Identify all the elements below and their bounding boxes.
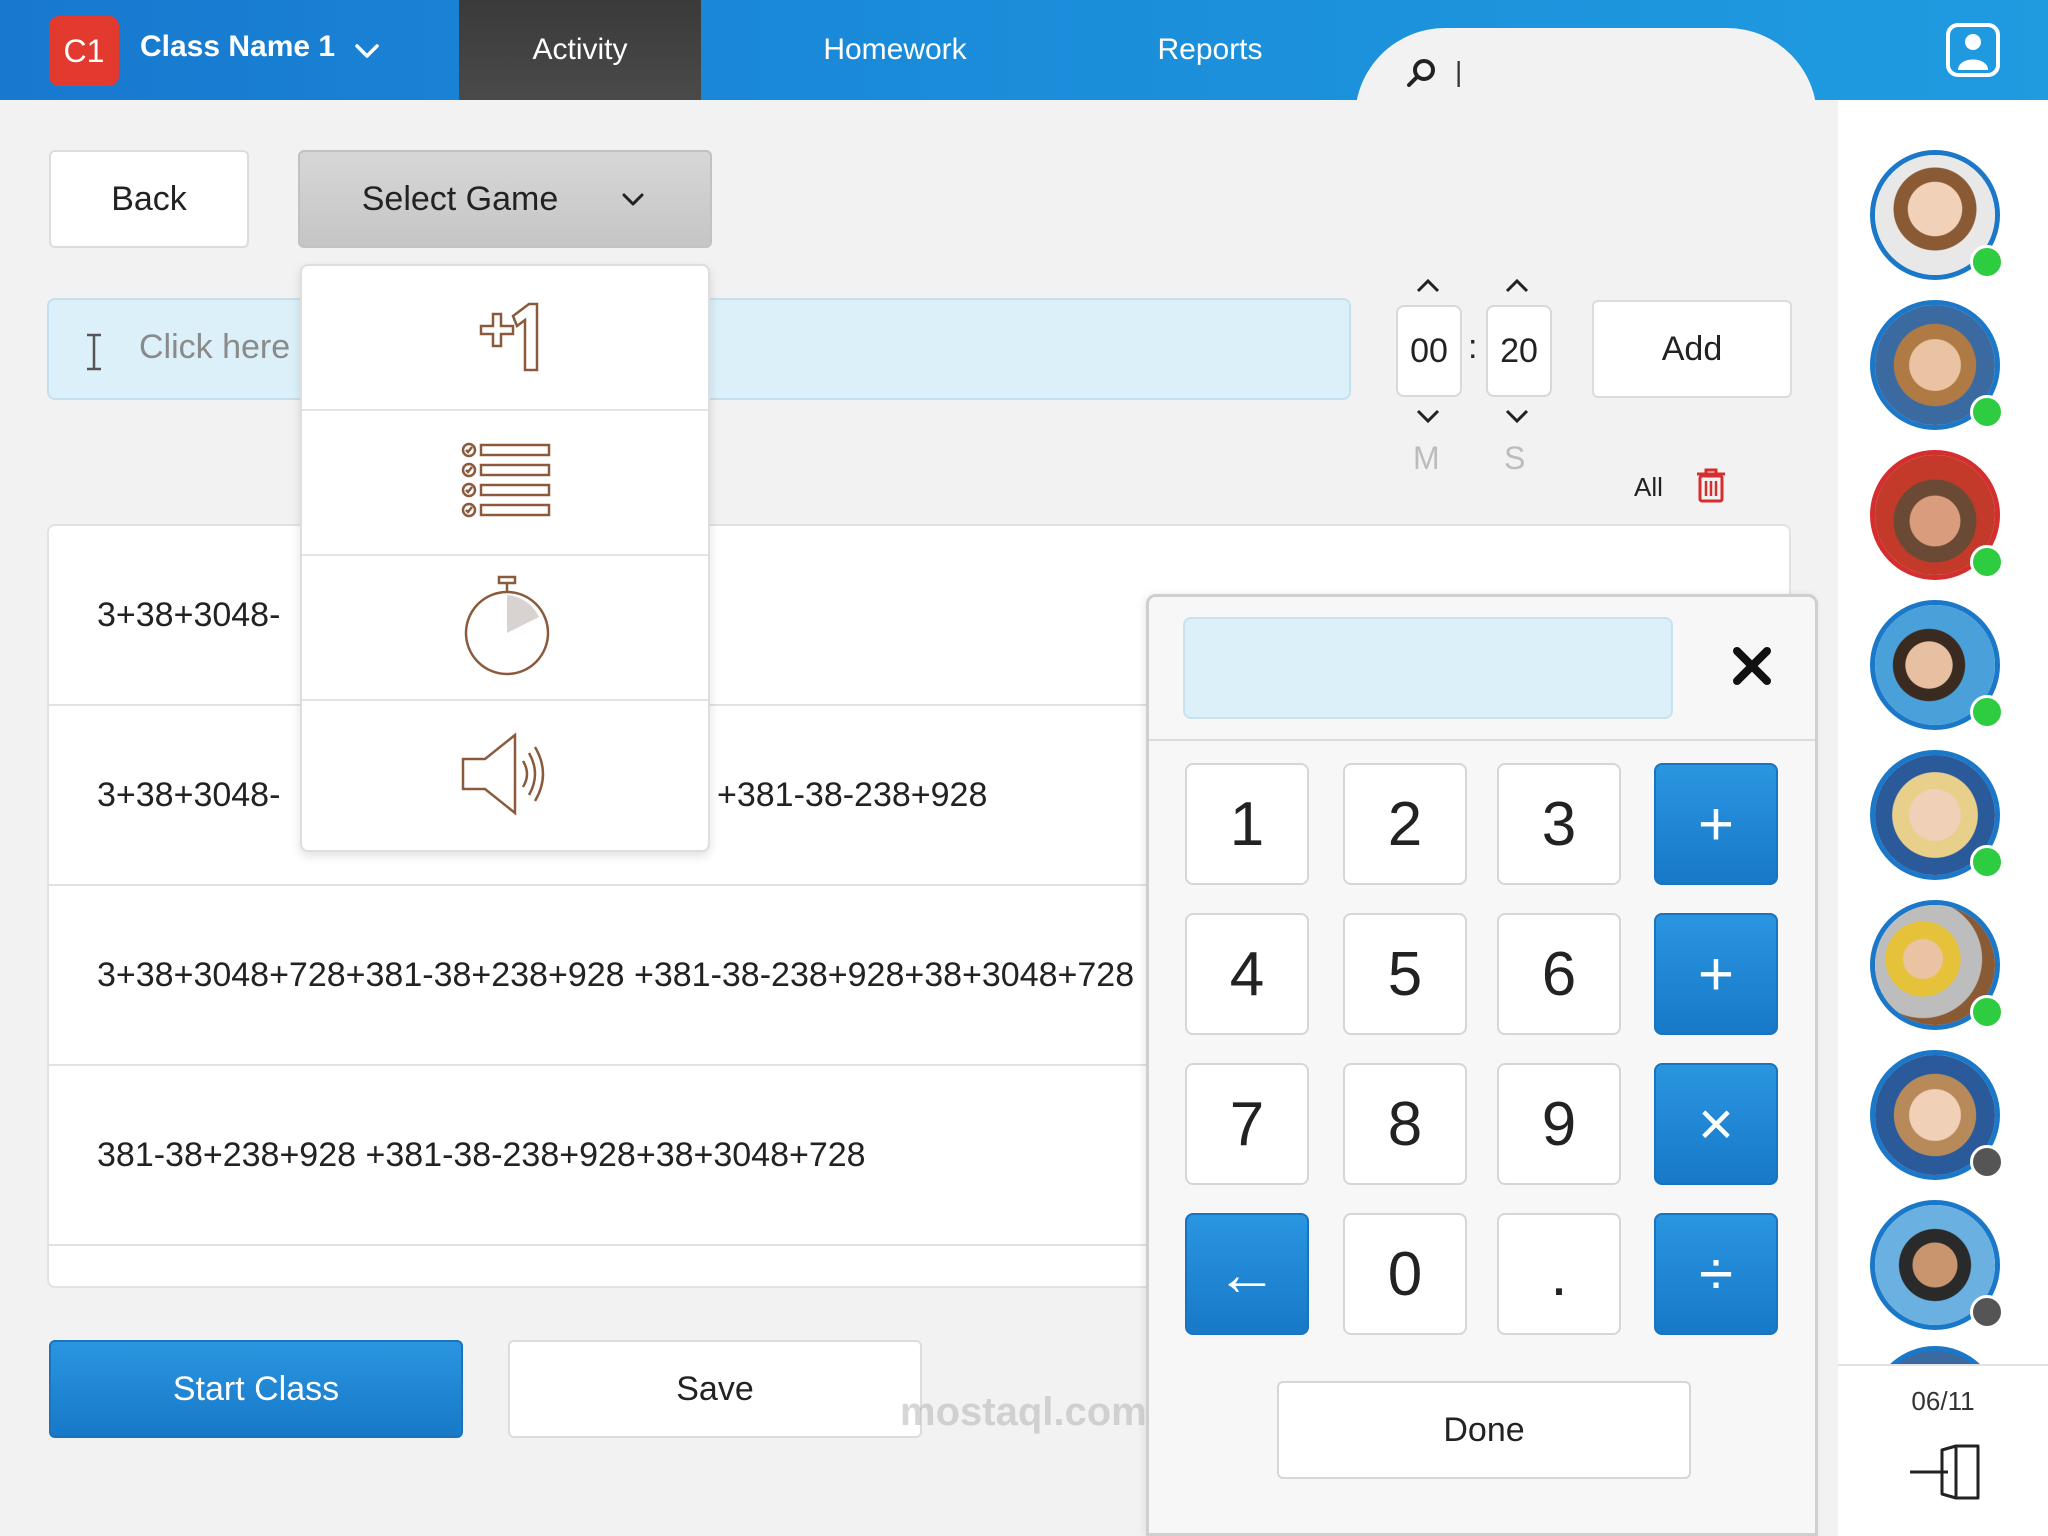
student-avatar[interactable] (1870, 1050, 2004, 1180)
calculator-keypad: 1 2 3 + 4 5 6 + 7 8 9 × ← 0 . ÷ Done (1146, 594, 1818, 1536)
status-online-icon (1970, 995, 2004, 1029)
exit-door-icon[interactable] (1908, 1442, 1984, 1502)
add-button[interactable]: Add (1592, 300, 1792, 398)
student-avatar[interactable] (1870, 450, 2004, 580)
chevron-down-icon (622, 193, 644, 206)
search-icon (1407, 59, 1435, 87)
search-bar (1355, 28, 1817, 118)
class-badge[interactable]: C1 (49, 16, 119, 86)
search-input[interactable] (1455, 50, 1755, 94)
key-4[interactable]: 4 (1185, 913, 1309, 1035)
sidebar-divider (1838, 1364, 2048, 1366)
key-6[interactable]: 6 (1497, 913, 1621, 1035)
speaker-icon (461, 731, 545, 816)
student-avatar-partial (1870, 1346, 2000, 1364)
back-button[interactable]: Back (49, 150, 249, 248)
status-online-icon (1970, 545, 2004, 579)
game-option-plus-one[interactable] (302, 266, 708, 411)
game-dropdown-menu (300, 264, 710, 852)
status-online-icon (1970, 845, 2004, 879)
start-class-button[interactable]: Start Class (49, 1340, 463, 1438)
status-online-icon (1970, 395, 2004, 429)
plus-one-icon (479, 302, 539, 371)
top-bar: C1 Class Name 1 Activity Homework Report… (0, 0, 2048, 118)
key-7[interactable]: 7 (1185, 1063, 1309, 1185)
status-offline-icon (1970, 1295, 2004, 1329)
minutes-down-icon[interactable] (1413, 406, 1443, 426)
status-offline-icon (1970, 1145, 2004, 1179)
key-8[interactable]: 8 (1343, 1063, 1467, 1185)
select-game-label: Select Game (361, 179, 559, 218)
minutes-up-icon[interactable] (1413, 276, 1443, 296)
key-backspace[interactable]: ← (1185, 1213, 1309, 1335)
student-avatar[interactable] (1870, 300, 2004, 430)
close-icon[interactable] (1729, 643, 1775, 689)
timer-separator: : (1468, 328, 1478, 366)
seconds-down-icon[interactable] (1502, 406, 1532, 426)
key-0[interactable]: 0 (1343, 1213, 1467, 1335)
question-text: 3+38+3048- (97, 776, 281, 814)
tab-activity[interactable]: Activity (459, 0, 701, 100)
tab-homework[interactable]: Homework (775, 0, 1015, 100)
key-1[interactable]: 1 (1185, 763, 1309, 885)
student-avatar[interactable] (1870, 150, 2004, 280)
game-option-checklist[interactable] (302, 411, 708, 556)
question-text: 3+38+3048+728+381-38+238+928 +381-38-238… (97, 956, 1135, 994)
question-text: 381-38+238+928 +381-38-238+928+38+3048+7… (97, 1136, 866, 1174)
student-sidebar: 06/11 (1838, 100, 2048, 1536)
student-avatar[interactable] (1870, 1200, 2004, 1330)
checklist-icon (461, 442, 551, 517)
game-option-speaker[interactable] (302, 701, 708, 846)
student-count: 06/11 (1911, 1386, 1975, 1416)
text-cursor-icon (87, 333, 101, 371)
seconds-up-icon[interactable] (1502, 276, 1532, 296)
key-multiply[interactable]: × (1654, 1063, 1778, 1185)
keypad-display[interactable] (1183, 617, 1673, 719)
key-plus-2[interactable]: + (1654, 913, 1778, 1035)
key-9[interactable]: 9 (1497, 1063, 1621, 1185)
question-placeholder: Click here (139, 328, 291, 366)
key-decimal[interactable]: . (1497, 1213, 1621, 1335)
question-text-tail: +381-38-238+928 (717, 776, 988, 814)
delete-all-label: All (1634, 472, 1663, 502)
save-button[interactable]: Save (508, 1340, 922, 1438)
minutes-label: M (1413, 440, 1440, 476)
keypad-divider (1149, 739, 1815, 741)
seconds-field[interactable]: 20 (1486, 305, 1552, 397)
student-avatar[interactable] (1870, 750, 2004, 880)
status-online-icon (1970, 695, 2004, 729)
key-divide[interactable]: ÷ (1654, 1213, 1778, 1335)
status-online-icon (1970, 245, 2004, 279)
stopwatch-icon (464, 575, 550, 675)
game-option-stopwatch[interactable] (302, 556, 708, 701)
tab-reports[interactable]: Reports (1090, 0, 1330, 100)
select-game-dropdown[interactable]: Select Game (298, 150, 712, 248)
student-avatar[interactable] (1870, 900, 2004, 1030)
key-5[interactable]: 5 (1343, 913, 1467, 1035)
class-name-dropdown[interactable]: Class Name 1 (140, 30, 335, 64)
done-button[interactable]: Done (1277, 1381, 1691, 1479)
key-2[interactable]: 2 (1343, 763, 1467, 885)
key-3[interactable]: 3 (1497, 763, 1621, 885)
chevron-down-icon[interactable] (352, 36, 382, 66)
student-avatar[interactable] (1870, 600, 2004, 730)
trash-icon[interactable] (1694, 466, 1728, 504)
seconds-label: S (1504, 440, 1526, 476)
question-text: 3+38+3048- (97, 596, 281, 634)
key-plus[interactable]: + (1654, 763, 1778, 885)
user-profile-icon[interactable] (1945, 22, 2001, 78)
minutes-field[interactable]: 00 (1396, 305, 1462, 397)
watermark-text: mostaql.com (900, 1390, 1147, 1434)
